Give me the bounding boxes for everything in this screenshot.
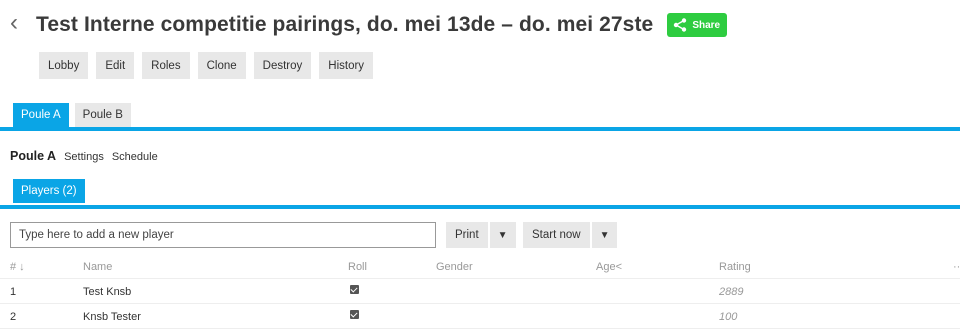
- tab-divider: [0, 127, 960, 131]
- table-row[interactable]: 2 Knsb Tester 100: [0, 304, 960, 329]
- destroy-button[interactable]: Destroy: [253, 52, 312, 79]
- chevron-left-icon[interactable]: ‹: [10, 11, 36, 35]
- page-title: Test Interne competitie pairings, do. me…: [36, 13, 654, 36]
- player-num: 1: [10, 286, 17, 298]
- players-table: # ↓ Name Roll Gender Age< Rating ·· 1 Te…: [0, 254, 960, 329]
- start-dropdown-icon[interactable]: ▼: [591, 222, 618, 248]
- share-icon: [674, 18, 687, 32]
- header-rating[interactable]: Rating: [719, 261, 751, 273]
- tab-poule-b[interactable]: Poule B: [74, 103, 131, 127]
- clone-button[interactable]: Clone: [197, 52, 246, 79]
- share-label: Share: [692, 19, 721, 31]
- players-tab-divider: [0, 205, 960, 209]
- table-header: # ↓ Name Roll Gender Age< Rating ··: [0, 254, 960, 279]
- table-row[interactable]: 1 Test Knsb 2889: [0, 279, 960, 304]
- roles-button[interactable]: Roles: [142, 52, 190, 79]
- tab-poule-a[interactable]: Poule A: [13, 103, 69, 127]
- tab-players[interactable]: Players (2): [13, 179, 85, 203]
- share-button[interactable]: Share: [667, 13, 728, 37]
- header-age[interactable]: Age<: [596, 261, 622, 273]
- header-roll[interactable]: Roll: [348, 261, 367, 273]
- check-icon: [350, 310, 359, 319]
- roll-checkbox[interactable]: [350, 310, 359, 322]
- group-title: Poule A: [10, 149, 57, 163]
- player-num: 2: [10, 311, 17, 323]
- more-columns-icon[interactable]: ··: [953, 261, 960, 273]
- header-num[interactable]: # ↓: [10, 261, 25, 273]
- tournament-toolbar: Lobby Edit Roles Clone Destroy History: [39, 52, 374, 79]
- settings-link[interactable]: Settings: [64, 151, 104, 163]
- page-header: ‹ Test Interne competitie pairings, do. …: [10, 8, 728, 42]
- player-name: Test Knsb: [83, 286, 132, 298]
- player-name: Knsb Tester: [83, 311, 141, 323]
- print-button[interactable]: Print: [446, 222, 488, 248]
- history-button[interactable]: History: [319, 52, 374, 79]
- header-name[interactable]: Name: [83, 261, 112, 273]
- print-dropdown-icon[interactable]: ▼: [489, 222, 516, 248]
- player-tabs: Players (2): [13, 179, 85, 203]
- roll-checkbox[interactable]: [350, 285, 359, 297]
- group-tabs: Poule A Poule B: [13, 103, 131, 127]
- schedule-link[interactable]: Schedule: [112, 151, 158, 163]
- edit-button[interactable]: Edit: [96, 52, 135, 79]
- start-group: Start now ▼: [523, 222, 618, 248]
- player-rating: 100: [719, 311, 738, 323]
- header-gender[interactable]: Gender: [436, 261, 473, 273]
- group-subnav: Poule A Settings Schedule: [10, 149, 158, 163]
- lobby-button[interactable]: Lobby: [39, 52, 89, 79]
- start-now-button[interactable]: Start now: [523, 222, 590, 248]
- check-icon: [350, 285, 359, 294]
- add-player-input[interactable]: [10, 222, 436, 248]
- print-group: Print ▼: [446, 222, 516, 248]
- player-rating: 2889: [719, 286, 744, 298]
